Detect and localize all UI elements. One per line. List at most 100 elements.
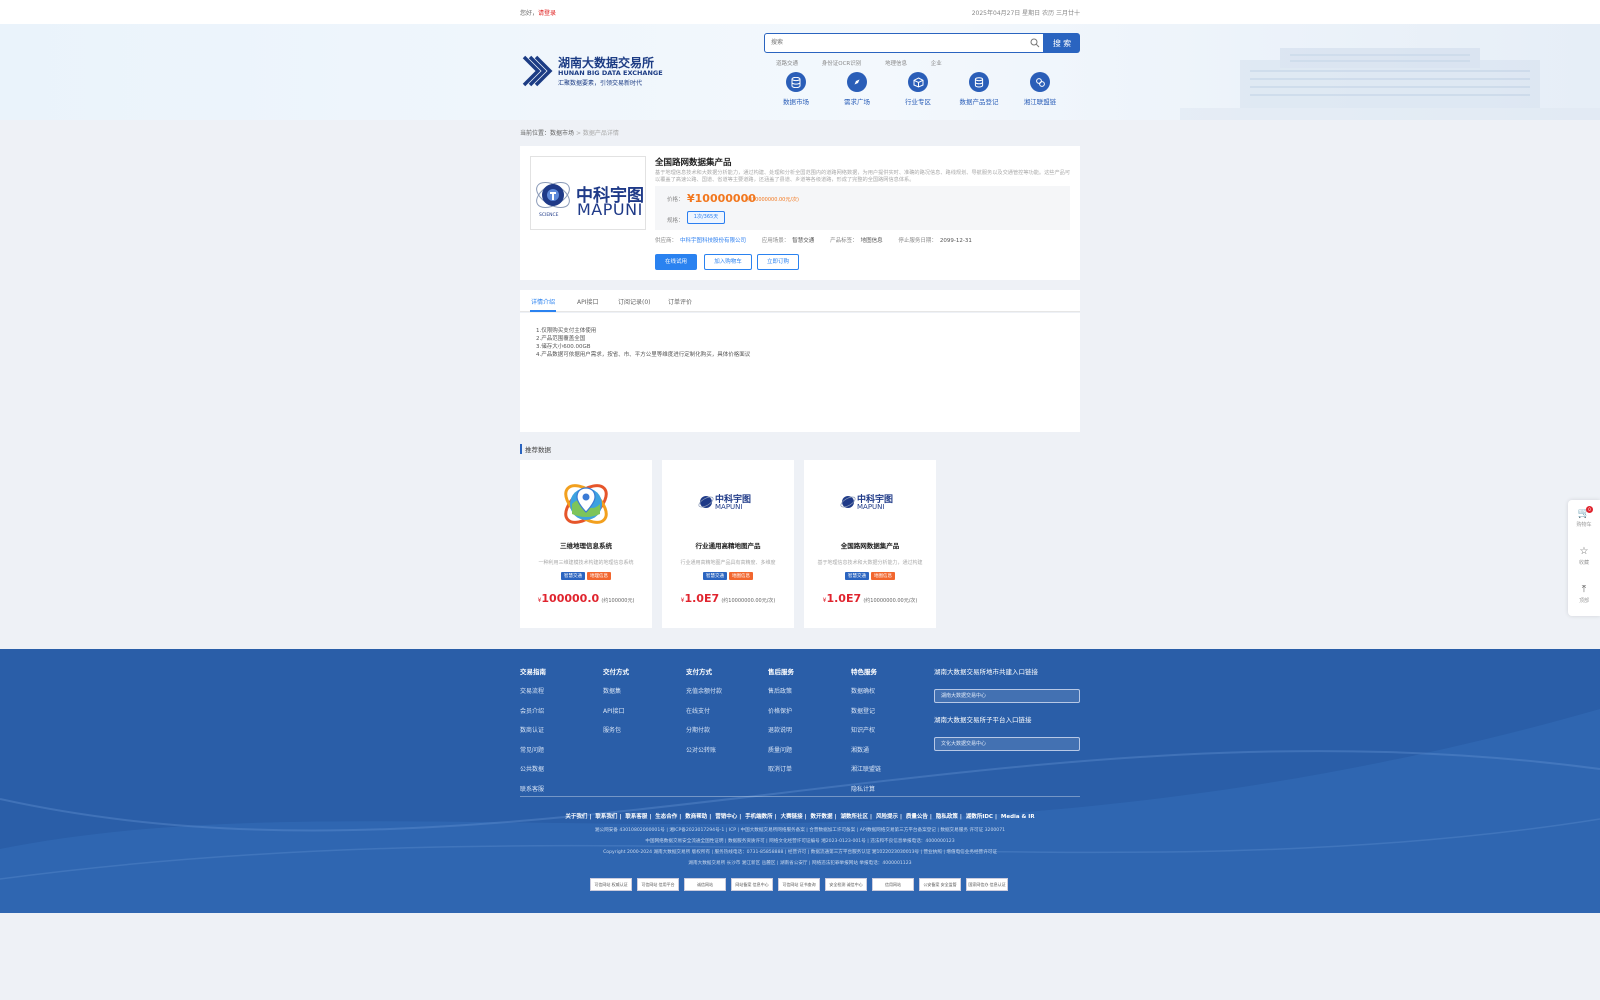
price-label: 价格： <box>667 197 684 203</box>
footer-bottom-link[interactable]: 湖数所社区 <box>841 814 869 820</box>
tab-detail[interactable]: 详情介绍 <box>531 297 555 306</box>
nav-item-industry-zone[interactable]: 行业专区 <box>888 72 948 106</box>
search-icon[interactable] <box>1030 38 1040 48</box>
footer-bottom-link[interactable]: 大赛链接 <box>781 814 803 820</box>
supplier-link[interactable]: 中科宇图科技股份有限公司 <box>680 238 746 244</box>
footer-link[interactable]: 数商认证 <box>520 725 546 734</box>
login-link[interactable]: 请登录 <box>538 10 556 17</box>
nav-item-product-register[interactable]: 数据产品登记 <box>949 72 1009 106</box>
product-logo-en: MAPUNI <box>577 200 643 219</box>
footer-bottom-link[interactable]: Media & IR <box>1001 814 1035 820</box>
nav-item-xiangjiang-chain[interactable]: 湘江联盟链 <box>1010 72 1070 106</box>
nav-item-data-market[interactable]: 数据市场 <box>766 72 826 106</box>
footer-link[interactable]: 数据登记 <box>851 706 881 715</box>
order-now-button[interactable]: 立即订购 <box>757 254 799 270</box>
footer-link[interactable]: 隐私计算 <box>851 784 881 793</box>
trust-badge[interactable]: 诚信网站 <box>684 878 726 891</box>
expire-value: 2099-12-31 <box>939 238 972 244</box>
tab-subscriptions[interactable]: 订阅记录(0) <box>618 297 651 306</box>
trust-badge[interactable]: 可信网站 信用平台 <box>637 878 679 891</box>
back-to-top-button[interactable]: ⤒ 顶部 <box>1568 584 1600 604</box>
nav-item-demand-square[interactable]: 需求广场 <box>827 72 887 106</box>
cart-shortcut[interactable]: 🛒 购物车 0 <box>1568 506 1600 528</box>
footer-link[interactable]: 联系客服 <box>520 784 546 793</box>
breadcrumb-sep: > <box>574 130 583 137</box>
footer-link[interactable]: 知识产权 <box>851 725 881 734</box>
card-price-value: 100000.0 <box>541 592 600 605</box>
hotword[interactable]: 道路交通 <box>776 61 798 67</box>
footer-bottom-link[interactable]: 手机端数所 <box>745 814 773 820</box>
trust-badge[interactable]: 安全检测 诚信中心 <box>825 878 867 891</box>
footer-bottom-link[interactable]: 隐私政策 <box>936 814 958 820</box>
footer-bottom-link[interactable]: 生态合作 <box>655 814 677 820</box>
breadcrumb-market[interactable]: 数据市场 <box>550 130 574 137</box>
footer-link[interactable]: 在线支付 <box>686 706 722 715</box>
footer-link[interactable]: 价格保护 <box>768 706 794 715</box>
footer-link[interactable]: API接口 <box>603 706 629 715</box>
recommend-card[interactable]: 中科宇图 MAPUNI 行业通用高精地图产品 行业通用高精地图产品具有高精度、多… <box>662 460 794 628</box>
spec-option[interactable]: 1次/365天 <box>687 211 725 224</box>
footer-bottom-link[interactable]: 湖数所IDC <box>966 814 993 820</box>
footer-link[interactable]: 湘江联盟链 <box>851 764 881 773</box>
trust-badge[interactable]: 公安备案 安全监管 <box>919 878 961 891</box>
trial-button[interactable]: 在线试用 <box>655 254 697 270</box>
mapuni-logo-icon <box>698 496 714 508</box>
site-logo[interactable]: 湖南大数据交易所 HUNAN BIG DATA EXCHANGE 汇聚数据要素，… <box>520 51 670 91</box>
footer-divider <box>520 796 1080 797</box>
footer-bottom-link[interactable]: 关于我们 <box>565 814 587 820</box>
product-logo-ring: SCIENCE <box>539 213 559 218</box>
add-to-cart-button[interactable]: 加入购物车 <box>704 254 752 270</box>
card-price-value: 1.0E7 <box>684 592 720 605</box>
footer-bottom-link[interactable]: 联系客服 <box>625 814 647 820</box>
recommend-card[interactable]: 中科宇图 MAPUNI 全国路网数据集产品 基于地理信息技术和大数据分析能力，通… <box>804 460 936 628</box>
building-illustration <box>1180 48 1600 120</box>
sub-platform-select[interactable]: 文化大数据交易中心 <box>934 737 1080 751</box>
trust-badges: 可信网站 权威认证 可信网站 信用平台 诚信网站 网站备案 信息中心 可信网站 … <box>590 878 1010 892</box>
card-name: 三维地理信息系统 <box>560 542 612 550</box>
footer-bottom-link[interactable]: 联系我们 <box>595 814 617 820</box>
hotword[interactable]: 企业 <box>931 61 942 67</box>
footer-col-title: 交易指南 <box>520 668 546 676</box>
breadcrumb-current: 数据产品详情 <box>582 130 619 137</box>
recommend-card[interactable]: 三维地理信息系统 一种利用三维建模技术构建的地理信息系统 智慧交通 地理信息 ¥1… <box>520 460 652 628</box>
hotword[interactable]: 地理信息 <box>885 61 907 67</box>
search-input[interactable] <box>764 33 1044 53</box>
trust-badge[interactable]: 信用网站 <box>872 878 914 891</box>
tab-api[interactable]: API接口 <box>577 297 599 306</box>
product-title: 全国路网数据集产品 <box>655 158 732 168</box>
active-tab-indicator <box>530 310 556 312</box>
footer-link[interactable]: 退款说明 <box>768 725 794 734</box>
footer-link[interactable]: 充值余额付款 <box>686 686 722 695</box>
footer-link[interactable]: 公共数据 <box>520 764 546 773</box>
tab-reviews[interactable]: 订单评价 <box>668 297 692 306</box>
footer-bottom-link[interactable]: 数商帮助 <box>685 814 707 820</box>
trust-badge[interactable]: 网站备案 信息中心 <box>731 878 773 891</box>
card-desc: 行业通用高精地图产品具有高精度、多维度 <box>680 560 776 566</box>
footer-link[interactable]: 会员介绍 <box>520 706 546 715</box>
trust-badge[interactable]: 国家网信办 信息认证 <box>966 878 1008 891</box>
hotword[interactable]: 身份证OCR识别 <box>822 61 862 67</box>
footer-link[interactable]: 数据集 <box>603 686 629 695</box>
trust-badge[interactable]: 可信网站 权威认证 <box>590 878 632 891</box>
database-icon <box>791 76 801 88</box>
footer-link[interactable]: 取消订单 <box>768 764 794 773</box>
footer-link[interactable]: 常见问题 <box>520 745 546 754</box>
footer-link[interactable]: 交易流程 <box>520 686 546 695</box>
footer-link[interactable]: 分期付款 <box>686 725 722 734</box>
favorites-shortcut[interactable]: ☆ 收藏 <box>1568 546 1600 566</box>
arrow-up-icon: ⤒ <box>1581 584 1587 595</box>
footer-link[interactable]: 公对公转账 <box>686 745 722 754</box>
city-portal-select[interactable]: 湖南大数据交易中心 <box>934 689 1080 703</box>
footer-bottom-link[interactable]: 数开数据 <box>811 814 833 820</box>
footer-link[interactable]: 湘数通 <box>851 745 881 754</box>
footer-bottom-link[interactable]: 风险提示 <box>876 814 898 820</box>
card-desc: 一种利用三维建模技术构建的地理信息系统 <box>538 560 634 566</box>
footer-link[interactable]: 数据确权 <box>851 686 881 695</box>
footer-link[interactable]: 服务包 <box>603 725 629 734</box>
search-button[interactable]: 搜 索 <box>1044 33 1080 53</box>
footer-bottom-link[interactable]: 营销中心 <box>715 814 737 820</box>
footer-link[interactable]: 售后政策 <box>768 686 794 695</box>
footer-bottom-link[interactable]: 质量公告 <box>906 814 928 820</box>
trust-badge[interactable]: 可信网站 证书查询 <box>778 878 820 891</box>
footer-link[interactable]: 质量问题 <box>768 745 794 754</box>
